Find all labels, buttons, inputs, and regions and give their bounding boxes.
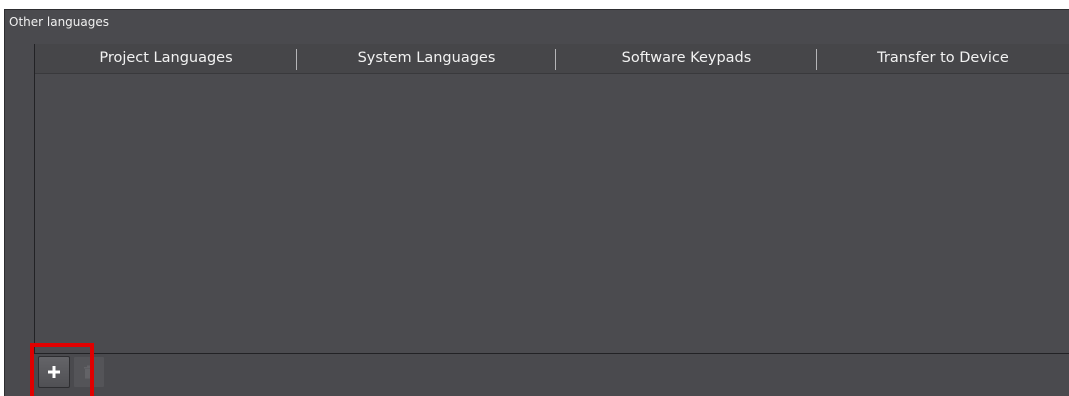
column-header-software-keypads[interactable]: Software Keypads bbox=[556, 44, 817, 73]
table-header: Project Languages System Languages Softw… bbox=[35, 44, 1069, 74]
column-header-transfer-to-device[interactable]: Transfer to Device bbox=[817, 44, 1069, 73]
column-header-project-languages[interactable]: Project Languages bbox=[35, 44, 297, 73]
plus-icon bbox=[48, 366, 60, 378]
other-languages-panel: Other languages Project Languages System… bbox=[4, 9, 1069, 396]
trash-icon bbox=[84, 365, 94, 379]
panel-title: Other languages bbox=[9, 15, 110, 29]
table-body[interactable] bbox=[35, 74, 1069, 353]
column-header-system-languages[interactable]: System Languages bbox=[297, 44, 556, 73]
languages-table: Project Languages System Languages Softw… bbox=[34, 44, 1069, 354]
add-language-button[interactable] bbox=[38, 356, 70, 388]
delete-language-button[interactable] bbox=[73, 356, 105, 388]
languages-toolbar bbox=[38, 356, 105, 388]
